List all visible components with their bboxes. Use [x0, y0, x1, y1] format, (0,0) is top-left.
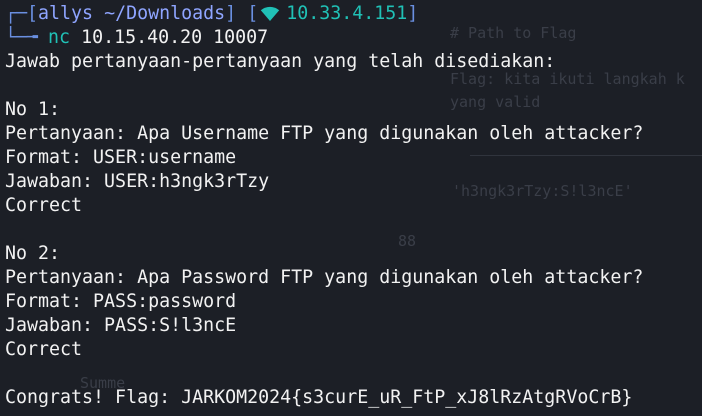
- command-args: 10.15.40.20 10007: [81, 27, 269, 48]
- prompt-bottom-corner: └─╼: [5, 27, 39, 48]
- command-line: └─╼ nc 10.15.40.20 10007: [5, 26, 702, 50]
- flag-line: Congrats! Flag: JARKOM2024{s3curE_uR_FtP…: [5, 387, 633, 408]
- question-answer: Jawaban: USER:h3ngk3rTzy: [5, 171, 270, 192]
- question-format: Format: USER:username: [5, 147, 237, 168]
- question-text: Pertanyaan: Apa Username FTP yang diguna…: [5, 123, 644, 144]
- prompt-open-bracket: [: [27, 3, 39, 24]
- prompt-user-host: allys: [38, 3, 94, 24]
- prompt-path: ~/Downloads: [104, 3, 226, 24]
- question-answer: Jawaban: PASS:S!l3ncE: [5, 315, 237, 336]
- prompt-open-bracket-2: [: [247, 3, 259, 24]
- question-format: Format: PASS:password: [5, 291, 237, 312]
- prompt-line: ┌─[allys ~/Downloads] [10.33.4.151]: [5, 2, 702, 26]
- question-number: No 2:: [5, 243, 61, 264]
- output-intro: Jawab pertanyaan-pertanyaan yang telah d…: [5, 51, 556, 72]
- prompt-top-corner: ┌─: [5, 3, 28, 24]
- question-result: Correct: [5, 195, 83, 216]
- question-text: Pertanyaan: Apa Password FTP yang diguna…: [5, 267, 644, 288]
- prompt-ip-address: 10.33.4.151: [286, 3, 408, 24]
- command-name: nc: [48, 27, 71, 48]
- prompt-close-bracket-2: ]: [407, 3, 419, 24]
- question-result: Correct: [5, 339, 83, 360]
- question-number: No 1:: [5, 99, 61, 120]
- wifi-icon: [261, 6, 280, 21]
- terminal-window[interactable]: ┌─[allys ~/Downloads] [10.33.4.151] └─╼ n…: [5, 2, 702, 416]
- prompt-close-bracket: ]: [225, 3, 237, 24]
